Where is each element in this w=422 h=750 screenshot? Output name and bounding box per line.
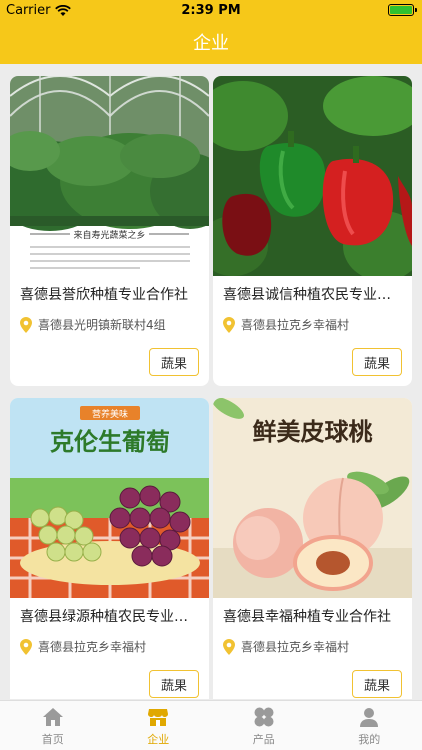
image-caption: 来自寿光蔬菜之乡 — [73, 229, 145, 241]
company-name: 喜德县誉欣种植专业合作社 — [20, 287, 188, 303]
location-pin-icon — [223, 316, 235, 333]
company-card[interactable]: 来自寿光蔬菜之乡 喜德县誉欣种植专业合作社 喜德县光明镇新联村4组 蔬果 — [10, 76, 209, 386]
company-grid: 来自寿光蔬菜之乡 喜德县誉欣种植专业合作社 喜德县光明镇新联村4组 蔬果 喜德县… — [0, 64, 422, 699]
address-text: 喜德县拉克乡幸福村 — [241, 640, 350, 654]
company-address: 喜德县拉克乡幸福村 — [223, 316, 349, 333]
category-tag[interactable]: 蔬果 — [352, 670, 402, 698]
company-name: 喜德县诚信种植农民专业… — [223, 287, 391, 303]
battery-icon — [388, 4, 417, 16]
category-tag[interactable]: 蔬果 — [149, 348, 199, 376]
store-icon — [148, 708, 169, 726]
tab-label: 我的 — [358, 732, 381, 746]
tab-home[interactable]: 首页 — [0, 701, 106, 750]
peaches-image: 鲜美皮球桃 — [213, 398, 412, 598]
grapes-image: 营养美味 克伦生葡萄 — [10, 398, 209, 598]
user-icon — [360, 707, 379, 727]
location-pin-icon — [20, 638, 32, 655]
image-title: 鲜美皮球桃 — [253, 417, 373, 446]
company-name: 喜德县幸福种植专业合作社 — [223, 609, 391, 625]
tab-enterprise[interactable]: 企业 — [106, 701, 212, 750]
nav-header: Carrier 2:39 PM 企业 — [0, 0, 422, 64]
company-card[interactable]: 鲜美皮球桃 喜德县幸福种植专业合作社 喜德县拉克乡幸福村 蔬果 — [213, 398, 412, 699]
company-card[interactable]: 营养美味 克伦生葡萄 喜德县绿源种植农民专业… 喜德县拉克乡幸福村 蔬果 — [10, 398, 209, 699]
bell-pepper-image — [213, 76, 412, 276]
tab-mine[interactable]: 我的 — [317, 701, 422, 750]
address-text: 喜德县拉克乡幸福村 — [38, 640, 147, 654]
home-icon — [42, 707, 63, 726]
greenhouse-pepper-image: 来自寿光蔬菜之乡 — [10, 76, 209, 276]
location-pin-icon — [223, 638, 235, 655]
location-pin-icon — [20, 316, 32, 333]
image-banner: 营养美味 — [92, 408, 128, 420]
company-card[interactable]: 喜德县诚信种植农民专业… 喜德县拉克乡幸福村 蔬果 — [213, 76, 412, 386]
category-tag[interactable]: 蔬果 — [149, 670, 199, 698]
status-bar: Carrier 2:39 PM — [0, 0, 422, 22]
tab-label: 产品 — [252, 732, 275, 746]
company-name: 喜德县绿源种植农民专业… — [20, 609, 188, 625]
tab-label: 首页 — [41, 732, 64, 746]
image-title: 克伦生葡萄 — [50, 427, 170, 456]
tab-products[interactable]: 产品 — [211, 701, 317, 750]
company-address: 喜德县拉克乡幸福村 — [20, 638, 146, 655]
page-title: 企业 — [193, 33, 229, 54]
bottom-tab-bar: 首页 企业 产品 我的 — [0, 700, 422, 750]
tab-label: 企业 — [147, 732, 170, 746]
address-text: 喜德县光明镇新联村4组 — [38, 318, 166, 332]
grid-icon — [254, 707, 274, 726]
address-text: 喜德县拉克乡幸福村 — [241, 318, 350, 332]
company-address: 喜德县拉克乡幸福村 — [223, 638, 349, 655]
category-tag[interactable]: 蔬果 — [352, 348, 402, 376]
company-address: 喜德县光明镇新联村4组 — [20, 316, 166, 333]
status-time: 2:39 PM — [181, 3, 241, 18]
